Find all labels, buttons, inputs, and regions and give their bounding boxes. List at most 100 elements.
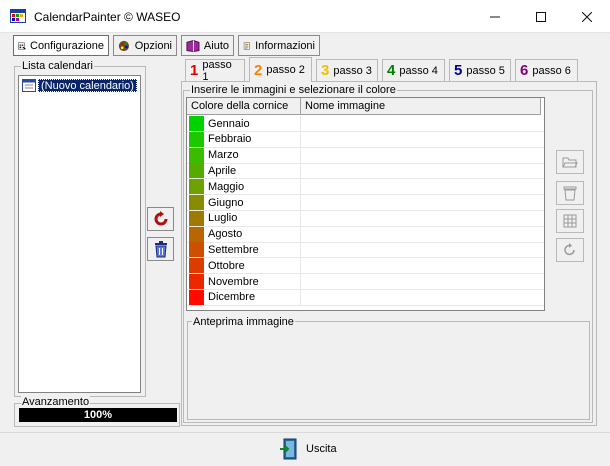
table-row[interactable]: Maggio (187, 179, 544, 196)
menu-opzioni[interactable]: Opzioni (113, 35, 177, 56)
title-bar: CalendarPainter © WASEO (0, 0, 610, 33)
image-name-cell[interactable] (301, 274, 544, 290)
month-label: Aprile (208, 164, 237, 177)
tab-label: passo 6 (532, 64, 571, 77)
color-cell[interactable]: Giugno (187, 195, 301, 211)
calendar-item-label: (Nuovo calendario) (38, 79, 137, 92)
tab-passo-3[interactable]: 3 passo 3 (316, 59, 378, 81)
exit-button[interactable]: Uscita (280, 436, 337, 462)
color-swatch[interactable] (189, 195, 204, 210)
table-row[interactable]: Aprile (187, 163, 544, 180)
tab-passo-2[interactable]: 2 passo 2 (249, 57, 312, 82)
table-row[interactable]: Dicembre (187, 289, 544, 306)
table-row[interactable]: Gennaio (187, 116, 544, 132)
table-row[interactable]: Luglio (187, 210, 544, 227)
tab-label: passo 2 (266, 64, 305, 76)
color-cell[interactable]: Gennaio (187, 116, 301, 132)
color-cell[interactable]: Febbraio (187, 131, 301, 148)
refresh-calendar-button[interactable] (147, 207, 174, 231)
color-swatch[interactable] (189, 242, 204, 258)
image-name-cell[interactable] (301, 258, 544, 275)
color-cell[interactable]: Settembre (187, 242, 301, 259)
tab-label: passo 5 (466, 64, 505, 77)
tab-number: 2 (254, 61, 263, 79)
menu-configurazione[interactable]: Configurazione (13, 35, 109, 56)
grid-view-button[interactable] (556, 209, 584, 233)
color-swatch[interactable] (189, 226, 204, 242)
close-button[interactable] (564, 0, 610, 33)
tab-passo-5[interactable]: 5 passo 5 (449, 59, 511, 81)
image-name-cell[interactable] (301, 242, 544, 259)
maximize-button[interactable] (518, 0, 564, 33)
month-grid: Colore della cornice Nome immagine Genna… (186, 97, 545, 311)
month-label: Luglio (208, 212, 238, 225)
refresh-icon (154, 211, 167, 226)
table-row[interactable]: Agosto (187, 226, 544, 243)
color-cell[interactable]: Aprile (187, 163, 301, 180)
grid-header: Colore della cornice Nome immagine (187, 98, 541, 115)
image-name-cell[interactable] (301, 211, 544, 227)
rotate-button[interactable] (556, 238, 584, 262)
month-label: Marzo (208, 149, 239, 162)
color-swatch[interactable] (189, 210, 204, 226)
color-swatch[interactable] (189, 179, 204, 195)
color-swatch[interactable] (189, 147, 204, 163)
month-label: Febbraio (208, 133, 252, 146)
image-name-cell[interactable] (301, 148, 544, 164)
table-row[interactable]: Marzo (187, 147, 544, 164)
tab-number: 5 (454, 62, 463, 79)
month-label: Giugno (208, 196, 244, 209)
color-swatch[interactable] (189, 131, 204, 147)
calendar-list-item[interactable]: (Nuovo calendario) (22, 79, 137, 92)
tab-number: 1 (190, 62, 199, 79)
open-image-button[interactable] (556, 150, 584, 174)
image-name-cell[interactable] (301, 116, 544, 132)
color-cell[interactable]: Ottobre (187, 258, 301, 275)
column-header-nome[interactable]: Nome immagine (301, 98, 541, 115)
window-title: CalendarPainter © WASEO (34, 10, 181, 24)
rotate-icon (564, 243, 575, 256)
tab-label: passo 4 (399, 64, 438, 77)
color-cell[interactable]: Maggio (187, 179, 301, 196)
table-row[interactable]: Giugno (187, 195, 544, 211)
color-cell[interactable]: Marzo (187, 147, 301, 164)
table-row[interactable]: Febbraio (187, 131, 544, 148)
menu-label: Informazioni (255, 39, 315, 52)
table-row[interactable]: Settembre (187, 242, 544, 259)
color-swatch[interactable] (189, 116, 204, 131)
color-swatch[interactable] (189, 289, 204, 305)
color-cell[interactable]: Dicembre (187, 289, 301, 306)
calendar-list[interactable]: (Nuovo calendario) (18, 75, 141, 393)
preview-label: Anteprima immagine (192, 316, 295, 328)
image-name-cell[interactable] (301, 290, 544, 306)
color-cell[interactable]: Agosto (187, 226, 301, 243)
tab-passo-4[interactable]: 4 passo 4 (382, 59, 445, 81)
color-cell[interactable]: Luglio (187, 210, 301, 227)
maximize-icon (536, 11, 546, 22)
image-name-cell[interactable] (301, 227, 544, 243)
delete-calendar-button[interactable] (147, 237, 174, 261)
tab-passo-6[interactable]: 6 passo 6 (515, 59, 578, 81)
color-cell[interactable]: Novembre (187, 274, 301, 290)
menu-aiuto[interactable]: Aiuto (181, 35, 234, 56)
color-swatch[interactable] (189, 274, 204, 289)
tab-label: passo 3 (333, 64, 372, 77)
image-name-cell[interactable] (301, 179, 544, 196)
table-row[interactable]: Novembre (187, 274, 544, 290)
remove-image-button[interactable] (556, 181, 584, 205)
table-row[interactable]: Ottobre (187, 258, 544, 275)
image-name-cell[interactable] (301, 195, 544, 211)
tab-passo-1[interactable]: 1 passo 1 (185, 59, 245, 83)
month-label: Agosto (208, 228, 243, 241)
minimize-button[interactable] (472, 0, 518, 33)
image-name-cell[interactable] (301, 132, 544, 148)
color-swatch[interactable] (189, 258, 204, 274)
palette-icon (118, 40, 130, 51)
progress-text: 100% (83, 409, 113, 421)
column-header-colore[interactable]: Colore della cornice (187, 98, 301, 115)
menu-informazioni[interactable]: Informazioni (238, 35, 320, 56)
grid-icon (563, 214, 577, 228)
image-name-cell[interactable] (301, 163, 544, 180)
image-preview (187, 321, 590, 420)
color-swatch[interactable] (189, 163, 204, 179)
